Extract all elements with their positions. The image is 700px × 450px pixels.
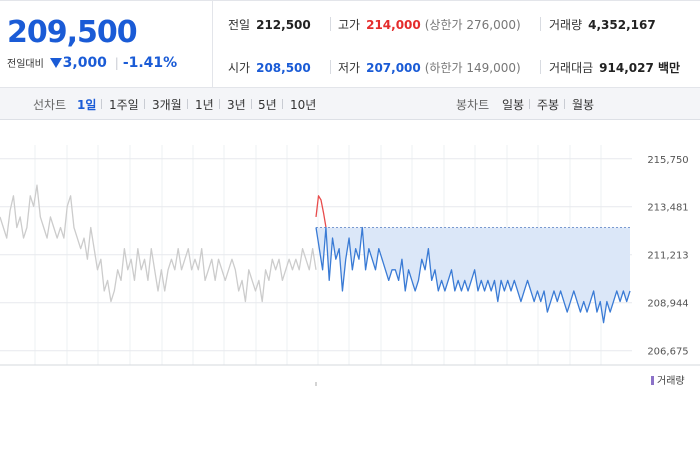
- divider: [101, 99, 102, 109]
- prev-close-value: 212,500: [256, 18, 311, 32]
- premarket-line: [0, 184, 317, 303]
- down-triangle-icon: [49, 58, 62, 68]
- lower-limit: (하한가 149,000): [424, 61, 521, 75]
- tab-5year[interactable]: 5년: [258, 96, 277, 113]
- divider: [282, 99, 283, 109]
- prev-close-stat: 전일 212,500: [228, 16, 311, 33]
- open-stat: 시가 208,500: [228, 59, 311, 76]
- candle-chart-heading: 봉차트: [456, 98, 490, 112]
- tab-1day[interactable]: 1일: [77, 96, 96, 113]
- divider: |: [114, 56, 119, 70]
- volume-label: 거래량: [549, 18, 583, 32]
- y-tick-label: 213,481: [647, 203, 688, 214]
- tab-1week[interactable]: 1주일: [109, 96, 139, 113]
- low-stat: 저가 207,000 (하한가 149,000): [338, 59, 521, 76]
- tab-1year[interactable]: 1년: [195, 96, 214, 113]
- stock-quote-widget: { "quote": { "price": "209,500", "change…: [0, 0, 700, 450]
- volume-legend-label: 거래량: [657, 376, 685, 387]
- tab-3year[interactable]: 3년: [227, 96, 246, 113]
- divider: [144, 99, 145, 109]
- divider: [330, 60, 331, 74]
- divider: [529, 99, 530, 109]
- quote-header: 209,500 전일대비 3,000 | -1.41% 전일 212,500 고가 2…: [0, 0, 700, 88]
- volume-stat: 거래량 4,352,167: [549, 16, 656, 33]
- tab-10year[interactable]: 10년: [290, 96, 316, 113]
- change-row: 전일대비 3,000 | -1.41%: [7, 55, 177, 71]
- intraday-price-chart[interactable]: 215,750 213,481 211,213 208,944 206,675: [0, 120, 700, 390]
- upper-limit: (상한가 276,000): [424, 18, 521, 32]
- open-label: 시가: [228, 61, 251, 75]
- divider: [219, 99, 220, 109]
- volume-legend: 거래량: [651, 372, 685, 387]
- tab-monthly-candle[interactable]: 월봉: [572, 96, 594, 113]
- y-tick-label: 208,944: [647, 299, 688, 310]
- current-price-panel: 209,500 전일대비 3,000 | -1.41%: [0, 1, 213, 87]
- change-amount: 3,000: [62, 55, 107, 71]
- divider: [251, 99, 252, 109]
- divider: [187, 99, 188, 109]
- y-tick-label: 215,750: [647, 155, 688, 166]
- tab-weekly-candle[interactable]: 주봉: [537, 96, 559, 113]
- low-label: 저가: [338, 61, 361, 75]
- chart-tab-bar: 선차트 1일 1주일 3개월 1년 3년 5년 10년 봉차트 일봉 주봉 월봉: [0, 88, 700, 120]
- trade-amount-stat: 거래대금 914,027 백만: [549, 59, 680, 76]
- divider: [540, 60, 541, 74]
- open-value: 208,500: [256, 61, 311, 75]
- high-stat: 고가 214,000 (상한가 276,000): [338, 16, 521, 33]
- change-label: 전일대비: [7, 59, 44, 70]
- y-tick-label: 211,213: [647, 251, 688, 262]
- volume-value: 4,352,167: [588, 18, 656, 32]
- low-value: 207,000: [366, 61, 421, 75]
- tab-daily-candle[interactable]: 일봉: [502, 96, 524, 113]
- high-label: 고가: [338, 18, 361, 32]
- divider: [330, 17, 331, 31]
- divider: [564, 99, 565, 109]
- volume-swatch-icon: [651, 376, 654, 385]
- trade-amount-value: 914,027 백만: [599, 61, 681, 75]
- tab-3month[interactable]: 3개월: [152, 96, 182, 113]
- divider: [540, 17, 541, 31]
- trade-amount-label: 거래대금: [549, 61, 594, 75]
- line-chart-heading: 선차트: [33, 98, 67, 112]
- y-tick-label: 206,675: [647, 347, 688, 358]
- change-rate: -1.41%: [122, 55, 178, 71]
- high-value: 214,000: [366, 18, 421, 32]
- current-price: 209,500: [7, 15, 138, 50]
- prev-close-label: 전일: [228, 18, 251, 32]
